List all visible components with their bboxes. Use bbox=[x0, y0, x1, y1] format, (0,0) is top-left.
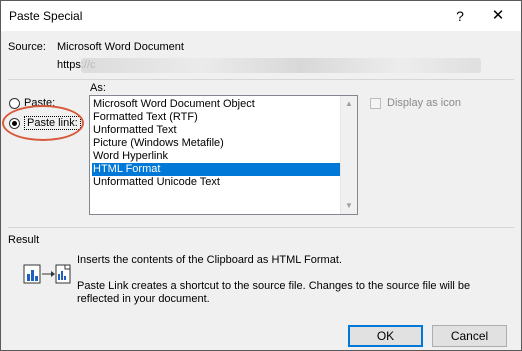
result-link-description: Paste Link creates a shortcut to the sou… bbox=[77, 280, 471, 305]
source-label: Source: bbox=[8, 41, 46, 53]
divider bbox=[8, 79, 514, 80]
format-item[interactable]: Formatted Text (RTF) bbox=[92, 111, 342, 124]
redacted-url-blur bbox=[81, 58, 481, 73]
ok-button[interactable]: OK bbox=[348, 325, 423, 347]
close-button[interactable]: ✕ bbox=[483, 3, 513, 29]
display-as-icon-option[interactable]: Display as icon bbox=[370, 97, 461, 109]
divider bbox=[8, 227, 514, 228]
format-item[interactable]: Picture (Windows Metafile) bbox=[92, 137, 342, 150]
source-value: Microsoft Word Document bbox=[57, 41, 184, 53]
as-label: As: bbox=[90, 82, 106, 94]
listbox-scrollbar[interactable]: ▲ ▼ bbox=[340, 96, 357, 214]
format-item[interactable]: Unformatted Unicode Text bbox=[92, 176, 342, 189]
display-as-icon-checkbox[interactable] bbox=[370, 97, 381, 109]
result-description: Inserts the contents of the Clipboard as… bbox=[77, 254, 342, 266]
window-title: Paste Special bbox=[9, 9, 83, 23]
paste-special-dialog: Paste Special ? ✕ Source: Microsoft Word… bbox=[0, 0, 522, 351]
scroll-up-arrow-icon[interactable]: ▲ bbox=[341, 96, 357, 112]
format-item[interactable]: Unformatted Text bbox=[92, 124, 342, 137]
help-button[interactable]: ? bbox=[445, 3, 475, 29]
scroll-down-arrow-icon[interactable]: ▼ bbox=[341, 198, 357, 214]
paste-radio[interactable] bbox=[9, 97, 20, 109]
display-as-icon-label: Display as icon bbox=[387, 97, 461, 109]
format-listbox[interactable]: Microsoft Word Document Object Formatted… bbox=[89, 95, 358, 215]
format-item[interactable]: Microsoft Word Document Object bbox=[92, 98, 342, 111]
result-label: Result bbox=[8, 234, 40, 246]
title-bar: Paste Special ? ✕ bbox=[1, 1, 521, 31]
format-item-selected[interactable]: HTML Format bbox=[92, 163, 342, 176]
cancel-button[interactable]: Cancel bbox=[432, 325, 507, 347]
paste-link-result-icon bbox=[23, 264, 71, 284]
format-item[interactable]: Word Hyperlink bbox=[92, 150, 342, 163]
annotation-highlight-ellipse bbox=[2, 105, 84, 141]
